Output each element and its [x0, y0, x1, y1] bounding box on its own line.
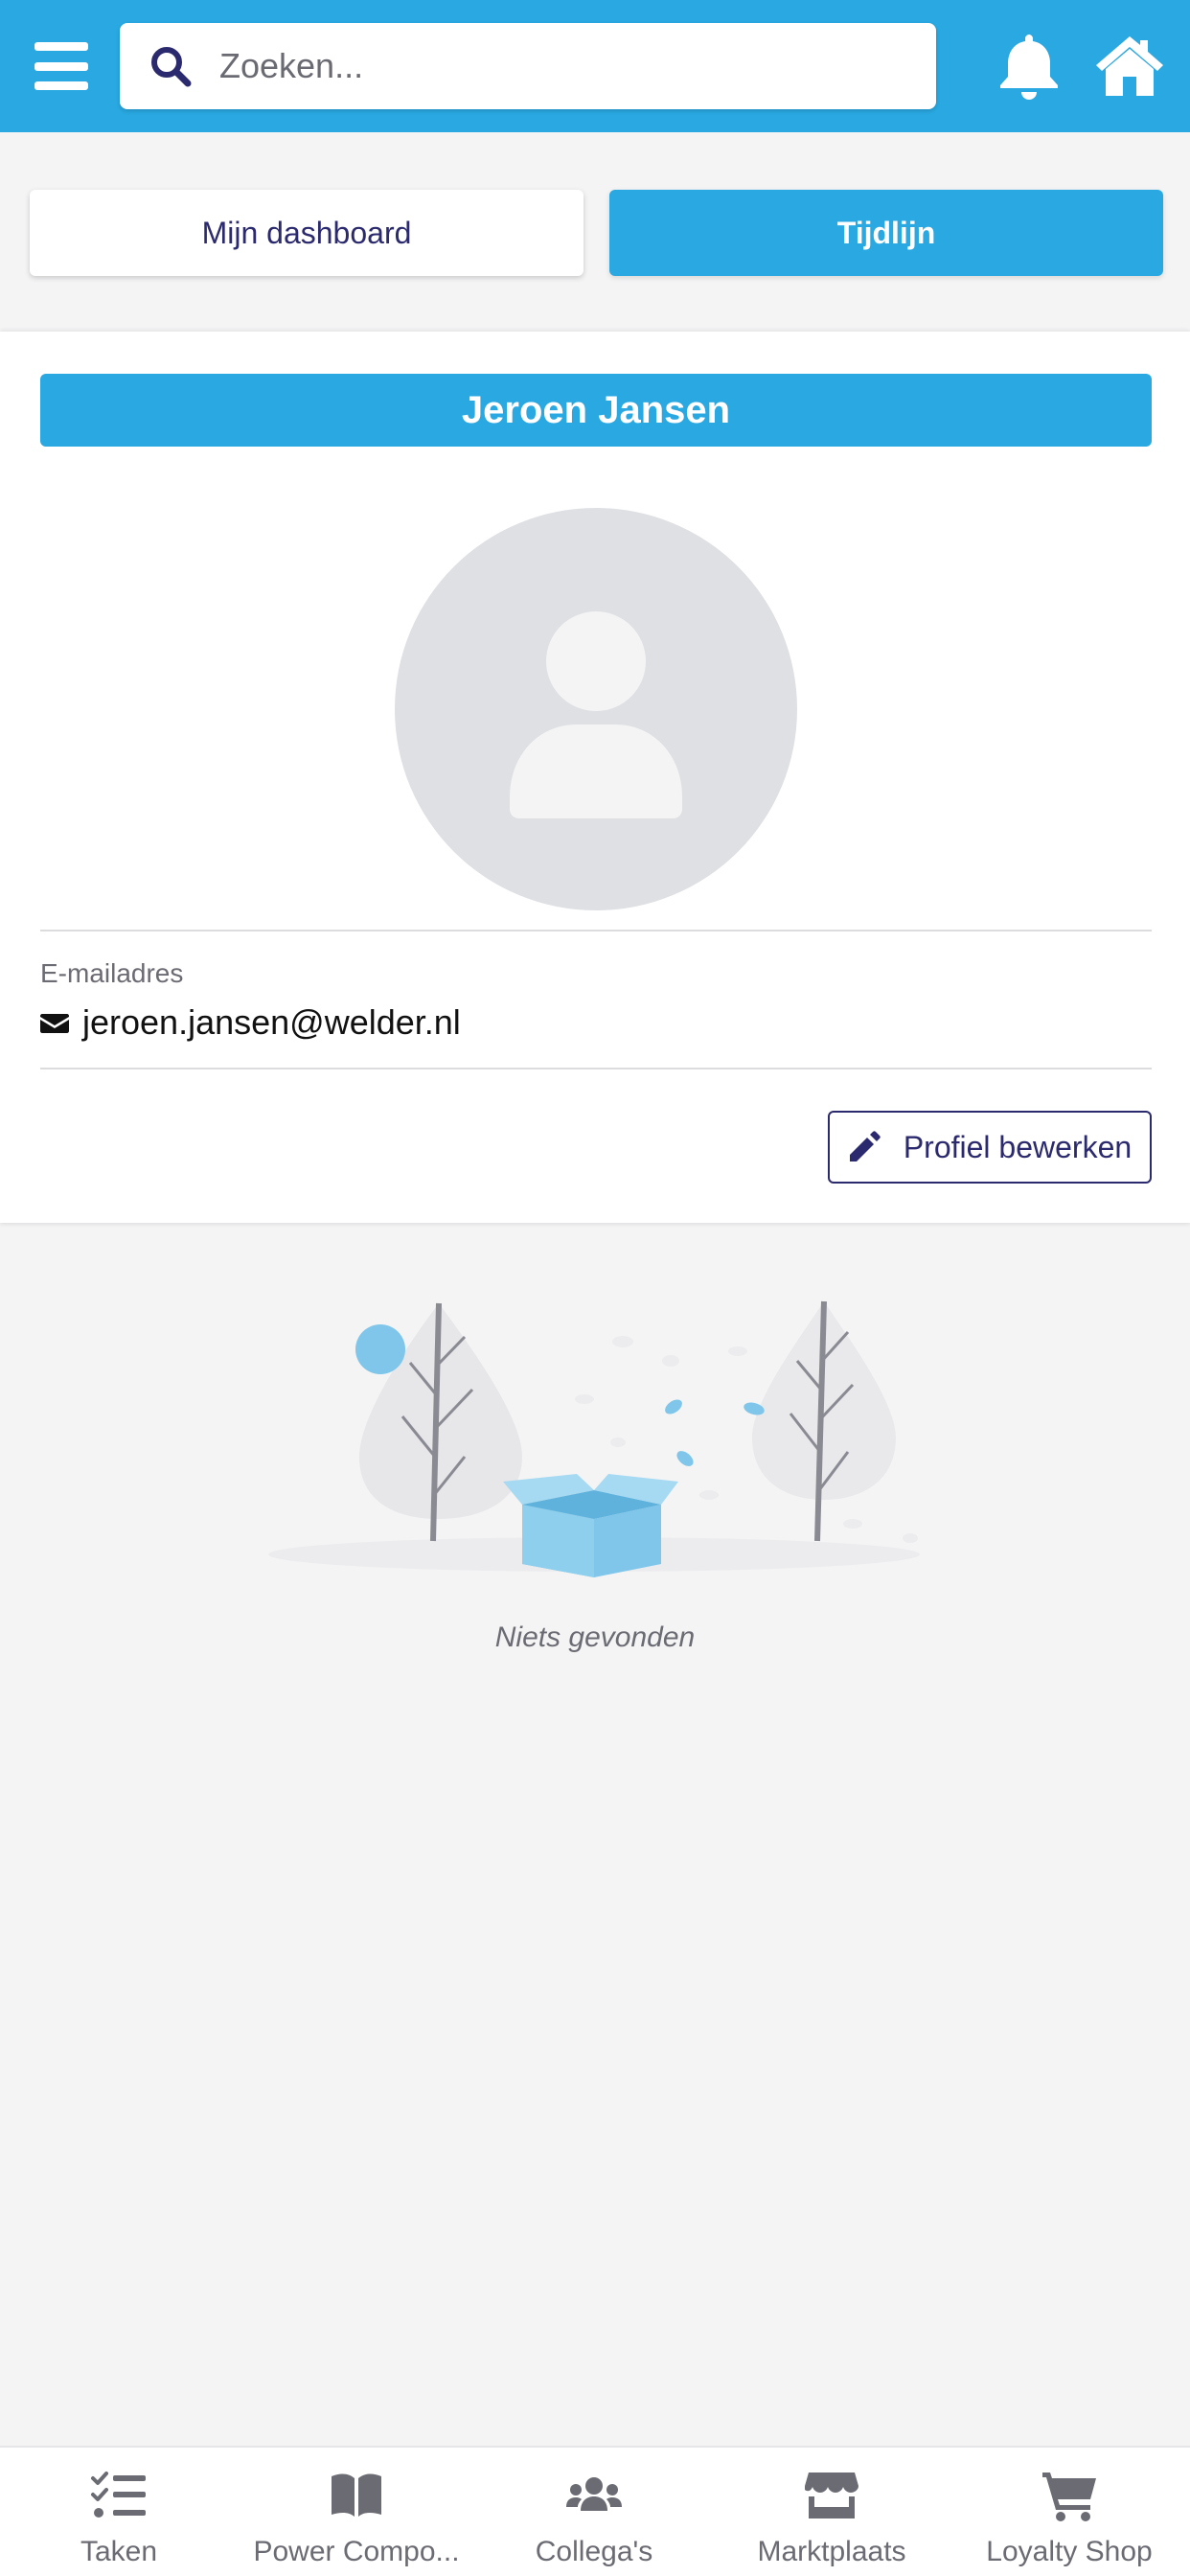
empty-state-text: Niets gevonden: [494, 1622, 696, 1653]
store-icon: [805, 2472, 858, 2518]
user-placeholder-icon: [510, 611, 682, 818]
edit-profile-label: Profiel bewerken: [903, 1129, 1133, 1164]
empty-state-illustration: [268, 1300, 920, 1577]
users-icon: [566, 2477, 622, 2511]
nav-item-loyalty-shop[interactable]: Loyalty Shop: [950, 2448, 1188, 2576]
profile-name: Jeroen Jansen: [40, 374, 1152, 447]
tab-dashboard[interactable]: Mijn dashboard: [30, 190, 584, 276]
divider: [40, 930, 1152, 932]
nav-item-colleagues[interactable]: Collega's: [475, 2448, 713, 2576]
tab-switcher: Mijn dashboard Tijdlijn: [0, 132, 1190, 330]
tab-timeline[interactable]: Tijdlijn: [609, 190, 1163, 276]
divider: [40, 1068, 1152, 1070]
search-icon: [151, 47, 192, 87]
nav-label: Marktplaats: [757, 2536, 906, 2567]
avatar: [395, 508, 797, 910]
cart-icon: [1042, 2472, 1096, 2521]
edit-profile-button[interactable]: Profiel bewerken: [828, 1111, 1152, 1184]
menu-icon[interactable]: [34, 42, 88, 90]
home-icon[interactable]: [1092, 33, 1167, 100]
tasks-icon: [91, 2472, 146, 2518]
envelope-icon: [40, 1014, 69, 1033]
nav-item-power-components[interactable]: Power Compo...: [238, 2448, 475, 2576]
nav-label: Loyalty Shop: [986, 2536, 1153, 2567]
nav-label: Collega's: [535, 2536, 653, 2567]
profile-card: Jeroen Jansen E-mailadres jeroen.jansen@…: [0, 332, 1190, 1223]
email-label: E-mailadres: [40, 958, 184, 988]
email-value: jeroen.jansen@welder.nl: [82, 1002, 461, 1042]
email-row: jeroen.jansen@welder.nl: [40, 999, 461, 1046]
top-app-bar: [0, 0, 1190, 132]
search-bar[interactable]: [120, 23, 936, 109]
bottom-navigation: Taken Power Compo... Collega's Marktplaa…: [0, 2446, 1190, 2576]
pencil-icon: [849, 1131, 881, 1162]
nav-label: Taken: [80, 2536, 158, 2567]
nav-label: Power Compo...: [253, 2536, 460, 2567]
bell-icon[interactable]: [996, 31, 1062, 102]
nav-item-tasks[interactable]: Taken: [0, 2448, 238, 2576]
book-icon: [332, 2473, 381, 2517]
search-input[interactable]: [219, 23, 909, 109]
nav-item-marketplace[interactable]: Marktplaats: [713, 2448, 950, 2576]
